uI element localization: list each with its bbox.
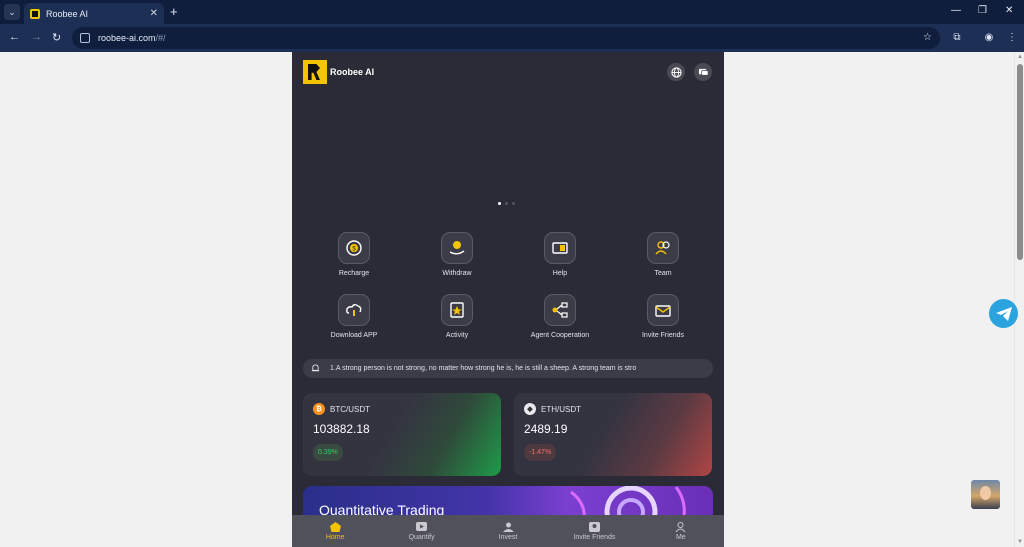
nav-label: Quantify (408, 534, 435, 541)
menu-label: Invite Friends (641, 332, 685, 339)
nav-me[interactable]: Me (638, 515, 724, 547)
url-host: roobee-ai.com (98, 33, 156, 43)
new-tab-icon[interactable]: + (170, 4, 178, 19)
more-icon[interactable]: ⋮ (1005, 30, 1019, 44)
nav-label: Invest (498, 534, 518, 541)
quantify-icon (416, 521, 428, 532)
banner-pagination (498, 202, 515, 205)
support-avatar[interactable] (971, 480, 1000, 509)
menu-download-app[interactable]: Download APP (303, 294, 405, 339)
banner-dot[interactable] (498, 202, 501, 205)
nav-home[interactable]: Home (292, 515, 378, 547)
app-name: Roobee AI (330, 67, 375, 77)
menu-label: Withdraw (442, 270, 472, 277)
menu-label: Recharge (338, 270, 370, 277)
menu-label: Team (654, 270, 672, 277)
menu-label: Activity (445, 332, 469, 339)
menu-activity[interactable]: Activity (406, 294, 508, 339)
notice-bar[interactable]: 1.A strong person is not strong, no matt… (303, 359, 713, 378)
book-icon (544, 232, 576, 264)
notice-text: 1.A strong person is not strong, no matt… (330, 365, 637, 372)
reload-icon[interactable]: ↻ (52, 31, 61, 44)
hand-coin-icon (441, 232, 473, 264)
scrollbar-thumb[interactable] (1017, 64, 1023, 260)
coin-recharge-icon: $ (338, 232, 370, 264)
invite-icon (588, 521, 600, 532)
roobee-logo (303, 60, 327, 84)
close-icon[interactable]: ✕ (150, 8, 158, 19)
ticker-pair: ETH/USDT (541, 404, 581, 414)
restore-icon[interactable]: ❐ (978, 5, 987, 16)
globe-icon[interactable] (667, 63, 685, 81)
ticker-card-eth[interactable]: ◆ ETH/USDT 2489.19 -1.47% (514, 393, 712, 476)
menu-label: Agent Cooperation (530, 332, 590, 339)
menu-label: Download APP (330, 332, 378, 339)
share-nodes-icon (544, 294, 576, 326)
window-close-icon[interactable]: ✕ (1005, 5, 1013, 16)
ticker-change-badge: -1.47% (524, 444, 557, 461)
extensions-icon[interactable]: ⧉ (950, 30, 964, 44)
forward-icon[interactable]: → (31, 31, 42, 43)
telegram-icon[interactable] (989, 299, 1018, 328)
browser-tab[interactable]: Roobee AI ✕ (24, 3, 164, 24)
page-scrollbar[interactable]: ▲ ▼ (1014, 52, 1024, 547)
browser-toolbar: ← → ↻ roobee-ai.com /#/ ☆ ⧉ ◉ ⋮ (0, 24, 1024, 52)
home-icon (329, 521, 341, 532)
menu-help[interactable]: Help (509, 232, 611, 277)
tab-title: Roobee AI (46, 8, 89, 19)
menu-withdraw[interactable]: Withdraw (406, 232, 508, 277)
invest-icon (502, 521, 514, 532)
chat-icon[interactable] (694, 63, 712, 81)
scroll-up-icon[interactable]: ▲ (1017, 54, 1023, 60)
user-icon (675, 521, 687, 532)
avatar-face (980, 486, 991, 500)
menu-agent-cooperation[interactable]: Agent Cooperation (509, 294, 611, 339)
nav-invest[interactable]: Invest (465, 515, 551, 547)
profile-icon[interactable]: ◉ (982, 30, 996, 44)
banner-dot[interactable] (505, 202, 508, 205)
nav-quantify[interactable]: Quantify (378, 515, 464, 547)
ticker-change-badge: 0.39% (313, 444, 343, 461)
ethereum-icon: ◆ (524, 403, 536, 415)
app-container: Roobee AI $ Recharge Withdraw Help Team … (292, 52, 724, 547)
minimize-icon[interactable]: — (951, 5, 961, 16)
star-badge-icon (441, 294, 473, 326)
menu-recharge[interactable]: $ Recharge (303, 232, 405, 277)
bell-icon (311, 364, 320, 372)
ticker-price: 103882.18 (313, 422, 370, 436)
roobee-favicon-icon (30, 8, 40, 19)
ticker-card-btc[interactable]: ₿ BTC/USDT 103882.18 0.39% (303, 393, 501, 476)
nav-label: Invite Friends (573, 534, 616, 541)
mail-icon (647, 294, 679, 326)
address-bar[interactable]: roobee-ai.com /#/ ☆ (72, 27, 940, 49)
ticker-pair: BTC/USDT (330, 404, 370, 414)
browser-tab-bar: ⌄ Roobee AI ✕ + — ❐ ✕ (0, 0, 1024, 24)
cloud-download-icon (338, 294, 370, 326)
nav-label: Me (675, 534, 686, 541)
menu-label: Help (552, 270, 568, 277)
site-settings-icon[interactable] (80, 33, 90, 43)
ticker-price: 2489.19 (524, 422, 568, 436)
team-icon (647, 232, 679, 264)
menu-team[interactable]: Team (612, 232, 714, 277)
nav-label: Home (325, 534, 345, 541)
bookmark-star-icon[interactable]: ☆ (923, 32, 932, 43)
banner-dot[interactable] (512, 202, 515, 205)
scroll-down-icon[interactable]: ▼ (1017, 539, 1023, 545)
menu-invite-friends[interactable]: Invite Friends (612, 294, 714, 339)
tab-search-icon[interactable]: ⌄ (4, 4, 20, 20)
nav-invite-friends[interactable]: Invite Friends (551, 515, 637, 547)
url-path: /#/ (155, 33, 166, 43)
bottom-nav: Home Quantify Invest Invite Friends Me (292, 515, 724, 547)
back-icon[interactable]: ← (9, 31, 20, 43)
bitcoin-icon: ₿ (313, 403, 325, 415)
